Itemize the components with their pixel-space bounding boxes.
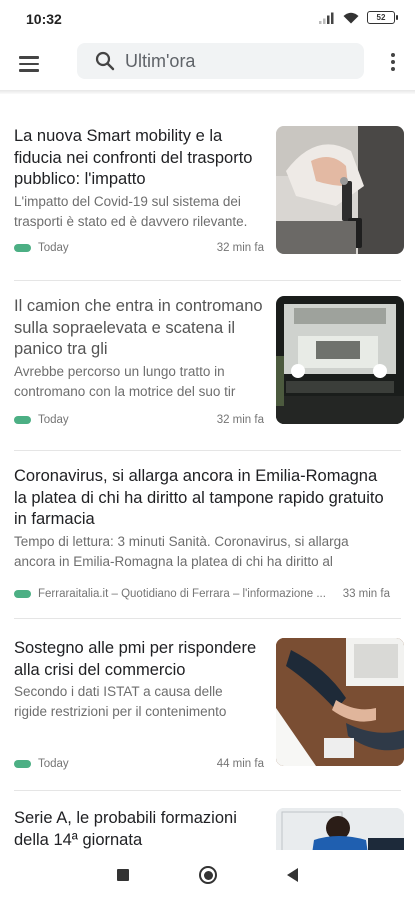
system-nav-bar	[0, 850, 415, 900]
article-snippet: Avrebbe percorso un lungo tratto in	[14, 363, 225, 379]
source-tag-icon	[14, 416, 31, 424]
article-thumbnail	[276, 638, 404, 766]
article-meta: Today 44 min fa	[14, 758, 264, 770]
source-tag-icon	[14, 760, 31, 768]
article-card[interactable]: Coronavirus, si allarga ancora in Emilia…	[14, 466, 404, 606]
article-source: Today	[38, 414, 69, 426]
article-title: Il camion che entra in contromano sulla …	[14, 297, 263, 358]
search-box[interactable]: Ultim'ora	[77, 43, 364, 79]
app-bar: Ultim'ora	[0, 38, 415, 90]
battery-icon: 52	[367, 11, 398, 24]
source-tag-icon	[14, 590, 31, 598]
card-divider	[14, 790, 401, 791]
article-snippet: rigide restrizioni per il contenimento	[14, 704, 227, 719]
article-card[interactable]: La nuova Smart mobility e la fiducia nei…	[14, 126, 404, 258]
article-thumbnail	[276, 296, 404, 424]
article-thumbnail	[276, 808, 404, 850]
search-query: Ultim'ora	[125, 50, 196, 71]
article-time: 33 min fa	[342, 588, 390, 600]
article-title: Serie A, le probabili formazioni della 1…	[14, 809, 237, 849]
article-source: Ferraraitalia.it – Quotidiano di Ferrara…	[38, 588, 326, 600]
wifi-icon	[343, 12, 359, 23]
recent-apps-icon[interactable]	[117, 869, 129, 881]
article-source: Today	[38, 242, 69, 254]
article-snippet: contromano con la motrice del suo tir	[14, 383, 236, 399]
more-options-icon[interactable]	[383, 50, 403, 74]
article-snippet: trasporti è stato ed è davvero rilevante…	[14, 213, 248, 229]
news-feed: La nuova Smart mobility e la fiducia nei…	[0, 108, 415, 850]
article-card[interactable]: Serie A, le probabili formazioni della 1…	[14, 808, 404, 850]
article-meta: Today 32 min fa	[14, 414, 264, 426]
home-icon[interactable]	[199, 866, 217, 884]
article-title: Coronavirus, si allarga ancora in Emilia…	[14, 467, 384, 528]
card-divider	[14, 280, 401, 281]
article-card[interactable]: Il camion che entra in contromano sulla …	[14, 296, 404, 428]
back-icon[interactable]	[287, 868, 298, 882]
article-time: 32 min fa	[216, 242, 264, 254]
article-time: 32 min fa	[216, 414, 264, 426]
signal-icon	[319, 12, 334, 24]
article-meta: Today 32 min fa	[14, 242, 264, 254]
card-divider	[14, 450, 401, 451]
article-title: Sostegno alle pmi per rispondere alla cr…	[14, 639, 257, 679]
article-snippet: L'impatto del Covid-19 sul sistema dei	[14, 193, 241, 209]
article-card[interactable]: Sostegno alle pmi per rispondere alla cr…	[14, 638, 404, 770]
card-divider	[14, 618, 401, 619]
article-meta: Ferraraitalia.it – Quotidiano di Ferrara…	[14, 588, 390, 600]
status-icons: 52	[319, 11, 398, 24]
article-snippet: Tempo di lettura: 3 minuti Sanità. Coron…	[14, 533, 349, 549]
article-thumbnail	[276, 126, 404, 254]
app-bar-divider	[0, 90, 415, 94]
article-time: 44 min fa	[216, 758, 264, 770]
article-snippet: ancora in Emilia-Romagna la platea di ch…	[14, 553, 333, 569]
status-bar: 10:32 52	[0, 0, 415, 38]
status-time: 10:32	[26, 11, 62, 27]
article-source: Today	[38, 758, 69, 770]
search-icon	[95, 51, 115, 71]
article-title: La nuova Smart mobility e la fiducia nei…	[14, 127, 253, 188]
menu-icon[interactable]	[16, 50, 44, 78]
source-tag-icon	[14, 244, 31, 252]
article-snippet: Secondo i dati ISTAT a causa delle	[14, 684, 223, 699]
